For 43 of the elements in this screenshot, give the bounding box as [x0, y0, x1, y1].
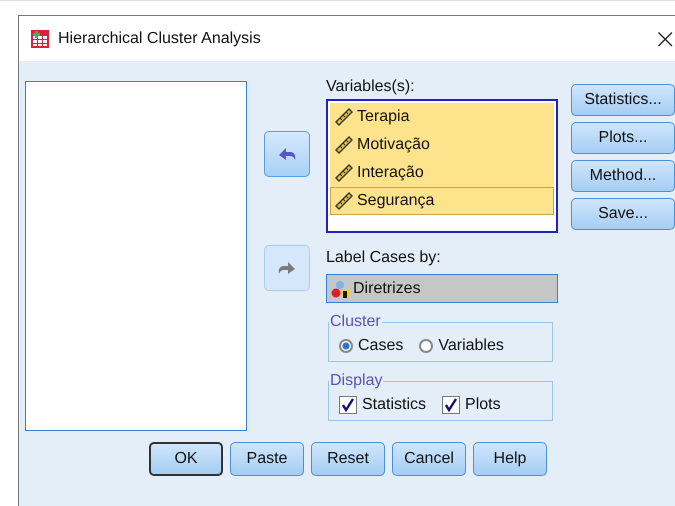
- dialog-button[interactable]: Reset: [311, 442, 385, 476]
- option-label: Statistics: [362, 396, 426, 414]
- variable-name: Motivação: [357, 136, 430, 154]
- dialog-button[interactable]: Paste: [230, 442, 304, 476]
- variable-name: Terapia: [357, 108, 410, 126]
- ruler-icon: [335, 164, 353, 182]
- arrow-icon: [276, 260, 296, 276]
- option-label: Plots: [465, 396, 501, 414]
- dialog-button[interactable]: Help: [473, 442, 547, 476]
- group-title: Cluster: [329, 313, 382, 331]
- label-cases-label: Label Cases by:: [326, 248, 442, 268]
- dialog-button[interactable]: Plots...: [571, 122, 675, 154]
- list-item[interactable]: Terapia: [330, 103, 554, 131]
- option-label: Cases: [358, 337, 404, 355]
- checkbox[interactable]: [442, 396, 460, 414]
- dialog-button[interactable]: Cancel: [392, 442, 466, 476]
- dialog-button[interactable]: Method...: [571, 160, 675, 192]
- variable-name: Interação: [357, 164, 424, 182]
- label-cases-field[interactable]: Diretrizes: [326, 274, 558, 303]
- dialog-button[interactable]: Save...: [571, 198, 675, 230]
- ruler-icon: [335, 192, 353, 210]
- option-label: Variables: [438, 337, 504, 355]
- group-title: Display: [329, 372, 384, 390]
- list-item[interactable]: Motivação: [330, 131, 554, 159]
- radio-button[interactable]: [339, 339, 353, 353]
- variables-label: Variables(s):: [326, 77, 416, 97]
- window-title: Hierarchical Cluster Analysis: [58, 30, 262, 48]
- table-icon: [30, 28, 50, 48]
- dialog-button[interactable]: OK: [149, 442, 223, 476]
- close-button[interactable]: ×: [650, 22, 675, 55]
- list-item[interactable]: Segurança: [330, 187, 554, 215]
- dialog-button[interactable]: Statistics...: [571, 84, 675, 116]
- checkbox[interactable]: [339, 396, 357, 414]
- move-button[interactable]: [264, 131, 310, 177]
- field-value: Diretrizes: [353, 280, 421, 298]
- ruler-icon: [335, 136, 353, 154]
- radio-button[interactable]: [419, 339, 434, 353]
- list-item[interactable]: Interação: [330, 159, 554, 187]
- nominal-variable-icon: [331, 280, 349, 298]
- variable-name: Segurança: [357, 192, 434, 210]
- arrow-icon: [276, 146, 296, 162]
- variables-list[interactable]: Terapia Motivação Interação Segurança: [326, 99, 558, 233]
- ruler-icon: [335, 108, 353, 126]
